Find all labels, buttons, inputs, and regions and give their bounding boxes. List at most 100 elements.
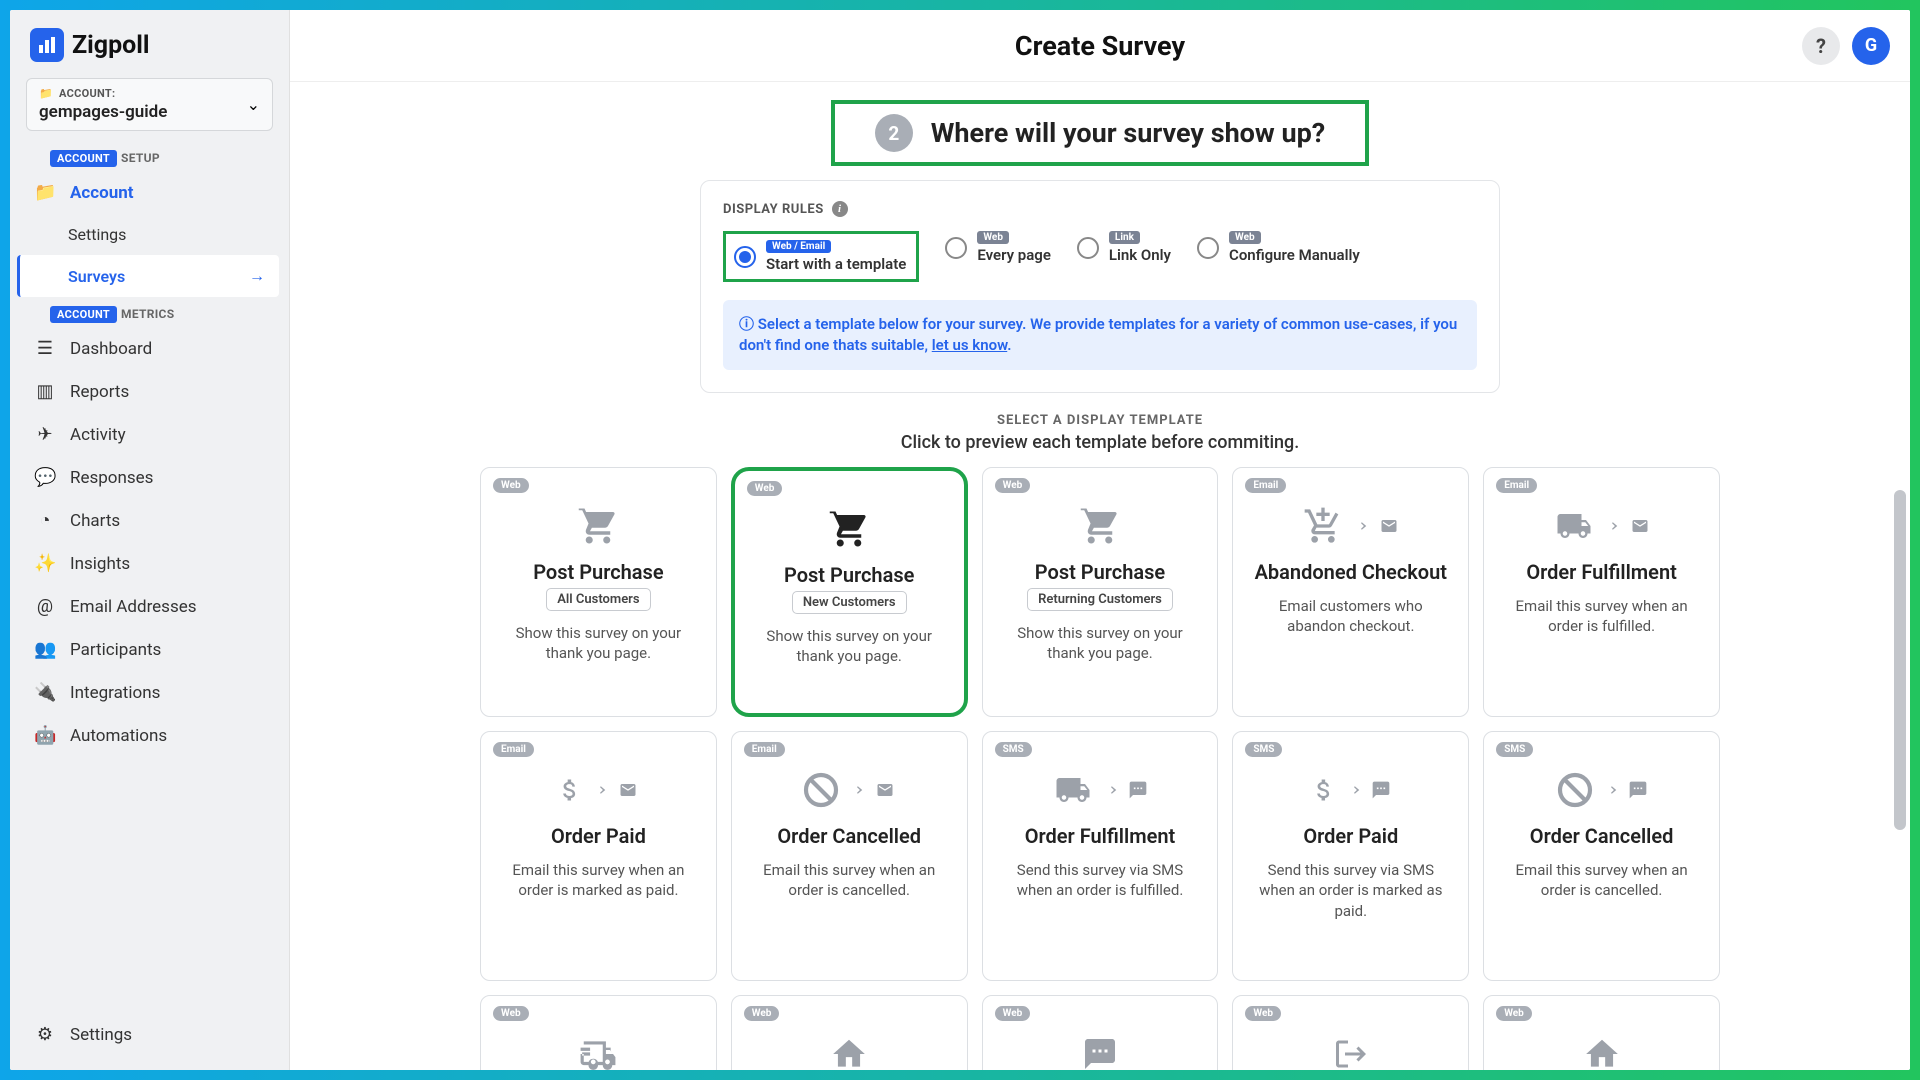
template-card[interactable]: WebPost PurchaseReturning CustomersShow … xyxy=(982,467,1219,717)
account-selector[interactable]: 📁ACCOUNT: gempages-guide ⌄ xyxy=(26,78,273,131)
robot-icon: 🤖 xyxy=(34,725,56,746)
scrollbar[interactable] xyxy=(1894,100,1908,1060)
card-pill: All Customers xyxy=(546,588,650,611)
gear-icon: ⚙ xyxy=(34,1024,56,1045)
sidebar-item-surveys[interactable]: Surveys→ xyxy=(17,255,279,297)
users-icon: 👥 xyxy=(34,639,56,660)
card-title: Abandoned Checkout xyxy=(1245,560,1456,584)
account-name: gempages-guide xyxy=(39,102,167,122)
card-tag: Web xyxy=(995,1006,1031,1021)
step-header: 2 Where will your survey show up? xyxy=(831,100,1369,166)
card-desc: Send this survey via SMS when an order i… xyxy=(1245,860,1456,921)
card-title: Order Fulfillment xyxy=(1496,560,1707,584)
sidebar-item-activity[interactable]: ✈Activity xyxy=(20,413,279,456)
card-icon xyxy=(493,762,704,818)
sidebar-item-reports[interactable]: ▥Reports xyxy=(20,370,279,413)
card-title: Order Paid xyxy=(1245,824,1456,848)
template-card[interactable]: SMSOrder FulfillmentSend this survey via… xyxy=(982,731,1219,981)
card-desc: Email this survey when an order is marke… xyxy=(493,860,704,901)
sidebar-item-settings[interactable]: Settings xyxy=(20,214,279,255)
card-tag: Email xyxy=(493,742,534,757)
template-card[interactable]: SMS Order Cancelled Email this survey when… xyxy=(1483,731,1720,981)
radio-icon xyxy=(734,246,756,268)
card-pill: Returning Customers xyxy=(1027,588,1173,611)
sidebar-item-account[interactable]: 📁Account xyxy=(20,171,279,214)
sidebar-item-integrations[interactable]: 🔌Integrations xyxy=(20,671,279,714)
radio-icon xyxy=(1077,237,1099,259)
logo[interactable]: Zigpoll xyxy=(20,24,279,78)
templates-grid: Web Post Purchase All Customers Show this s… xyxy=(480,467,1720,1070)
card-desc: Email this survey when an order is cance… xyxy=(744,860,955,901)
sidebar: Zigpoll 📁ACCOUNT: gempages-guide ⌄ ACCOU… xyxy=(10,10,290,1070)
folder-icon: 📁 xyxy=(34,182,56,203)
template-card[interactable]: Email Order Paid Email this survey when an… xyxy=(480,731,717,981)
info-icon: ⓘ xyxy=(739,315,758,333)
content: 2 Where will your survey show up? DISPLA… xyxy=(290,82,1910,1070)
radio-start-template[interactable]: Web / EmailStart with a template xyxy=(723,231,919,282)
topbar: Create Survey ? G xyxy=(290,10,1910,82)
card-title: Post Purchase xyxy=(493,560,704,584)
card-tag: Web xyxy=(744,1006,780,1021)
radio-icon xyxy=(1197,237,1219,259)
brand-name: Zigpoll xyxy=(72,31,149,60)
sidebar-item-charts[interactable]: ◔Charts xyxy=(20,499,279,542)
radio-link-only[interactable]: LinkLink Only xyxy=(1077,231,1171,264)
card-tag: Web xyxy=(493,478,529,493)
send-icon: ✈ xyxy=(34,424,56,445)
panel-icon: ▥ xyxy=(34,381,56,402)
card-icon xyxy=(1496,498,1707,554)
card-tag: Web xyxy=(1496,1006,1532,1021)
card-icon xyxy=(995,762,1206,818)
sidebar-item-participants[interactable]: 👥Participants xyxy=(20,628,279,671)
template-card[interactable]: SMSOrder PaidSend this survey via SMS wh… xyxy=(1232,731,1469,981)
page-title: Create Survey xyxy=(1015,30,1185,62)
logo-icon xyxy=(30,28,64,62)
card-icon xyxy=(1496,1026,1707,1070)
card-tag: Web xyxy=(493,1006,529,1021)
plug-icon: 🔌 xyxy=(34,682,56,703)
sidebar-item-settings-bottom[interactable]: ⚙Settings xyxy=(20,1013,279,1056)
list-icon: ☰ xyxy=(34,338,56,359)
radio-every-page[interactable]: WebEvery page xyxy=(945,231,1051,264)
avatar[interactable]: G xyxy=(1852,27,1890,65)
card-tag: Web xyxy=(747,481,783,496)
card-icon xyxy=(1245,498,1456,554)
card-title: Post Purchase xyxy=(747,563,952,587)
chat-icon: 💬 xyxy=(34,467,56,488)
template-card[interactable]: Web Post Purchase All Customers Show this s… xyxy=(480,467,717,717)
card-tag: SMS xyxy=(1496,742,1533,757)
template-card[interactable]: Web xyxy=(731,995,968,1070)
card-desc: Email this survey when an order is cance… xyxy=(1496,860,1707,901)
template-card[interactable]: EmailAbandoned CheckoutEmail customers w… xyxy=(1232,467,1469,717)
help-button[interactable]: ? xyxy=(1802,27,1840,65)
template-card[interactable]: WebPost PurchaseNew CustomersShow this s… xyxy=(731,467,968,717)
template-card[interactable]: Web xyxy=(1483,995,1720,1070)
card-title: Order Cancelled xyxy=(744,824,955,848)
at-icon: @ xyxy=(34,596,56,617)
account-label: 📁ACCOUNT: xyxy=(39,87,167,100)
sidebar-item-responses[interactable]: 💬Responses xyxy=(20,456,279,499)
card-desc: Show this survey on your thank you page. xyxy=(493,623,704,664)
let-us-know-link[interactable]: let us know xyxy=(932,336,1008,354)
sidebar-item-insights[interactable]: ✨Insights xyxy=(20,542,279,585)
radio-configure-manually[interactable]: WebConfigure Manually xyxy=(1197,231,1360,264)
template-card[interactable]: EmailOrder CancelledEmail this survey wh… xyxy=(731,731,968,981)
card-title: Order Paid xyxy=(493,824,704,848)
step-title: Where will your survey show up? xyxy=(931,117,1325,149)
template-card[interactable]: Web xyxy=(1232,995,1469,1070)
card-icon xyxy=(493,498,704,554)
sidebar-item-dashboard[interactable]: ☰Dashboard xyxy=(20,327,279,370)
template-card[interactable]: Web xyxy=(982,995,1219,1070)
info-icon[interactable]: i xyxy=(832,201,848,217)
card-icon xyxy=(744,762,955,818)
card-title: Order Cancelled xyxy=(1496,824,1707,848)
card-icon xyxy=(995,1026,1206,1070)
scroll-thumb[interactable] xyxy=(1894,490,1906,830)
sidebar-item-automations[interactable]: 🤖Automations xyxy=(20,714,279,757)
sidebar-item-emails[interactable]: @Email Addresses xyxy=(20,585,279,628)
template-card[interactable]: EmailOrder FulfillmentEmail this survey … xyxy=(1483,467,1720,717)
card-tag: Web xyxy=(1245,1006,1281,1021)
template-card[interactable]: Web xyxy=(480,995,717,1070)
section-metrics: ACCOUNTMETRICS xyxy=(50,307,279,321)
card-tag: SMS xyxy=(995,742,1032,757)
